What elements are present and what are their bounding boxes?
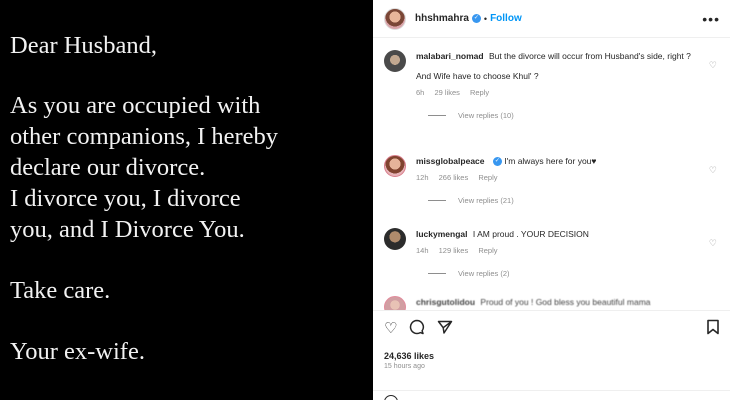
- comment-age: 14h: [416, 246, 429, 255]
- comment-meta: 14h 129 likes Reply: [416, 245, 696, 257]
- more-options-icon[interactable]: •••: [702, 11, 720, 27]
- comment-age: 6h: [416, 88, 425, 97]
- comment-item: malabari_nomad But the divorce will occu…: [384, 50, 719, 120]
- post-side-panel: hhshmahra ✓ • Follow ••• malabari_nomad …: [373, 0, 730, 400]
- view-replies-label[interactable]: View replies (10): [458, 111, 514, 120]
- post-timestamp: 15 hours ago: [384, 363, 425, 370]
- header-separator: •: [483, 13, 488, 24]
- view-replies-button[interactable]: View replies (10): [428, 111, 719, 120]
- letter-greeting: Dear Husband,: [10, 32, 157, 59]
- author-avatar[interactable]: [384, 7, 406, 30]
- add-comment-bar[interactable]: [373, 390, 730, 400]
- comment-text: I'm always here for you♥: [504, 156, 597, 166]
- comment-username[interactable]: malabari_nomad: [416, 51, 484, 61]
- comment-text: Proud of you ! God bless you beautiful m…: [480, 297, 651, 307]
- comment-body: luckymengal I AM proud . YOUR DECISION 1…: [416, 228, 696, 257]
- verified-badge-icon: ✓: [492, 157, 502, 167]
- comment-body: missglobalpeace ✓ I'm always here for yo…: [416, 155, 696, 184]
- heart-icon[interactable]: ♡: [384, 321, 397, 336]
- comment-like-heart-icon[interactable]: ♡: [709, 60, 717, 71]
- view-replies-button[interactable]: View replies (21): [428, 196, 719, 205]
- comment-text-line2: And Wife have to choose Khul' ?: [416, 71, 539, 81]
- replies-divider: [428, 115, 446, 116]
- comment-age: 12h: [416, 173, 429, 182]
- comment-text: But the divorce will occur from Husband'…: [488, 51, 691, 61]
- bookmark-icon[interactable]: [706, 319, 720, 338]
- reply-button[interactable]: Reply: [478, 173, 497, 182]
- comment-body: chrisgutolidou Proud of you ! God bless …: [416, 296, 696, 308]
- comment-body: malabari_nomad But the divorce will occu…: [416, 50, 696, 99]
- commenter-avatar[interactable]: [384, 50, 406, 72]
- reply-button[interactable]: Reply: [478, 246, 497, 255]
- view-replies-label[interactable]: View replies (2): [458, 269, 510, 278]
- post-image: Dear Husband, As you are occupied with o…: [0, 0, 371, 400]
- commenter-avatar[interactable]: [384, 228, 406, 250]
- verified-badge-icon: ✓: [471, 14, 481, 23]
- emoji-icon[interactable]: [384, 395, 398, 400]
- follow-button[interactable]: Follow: [490, 13, 522, 24]
- author-username[interactable]: hhshmahra: [415, 13, 469, 24]
- comment-username[interactable]: luckymengal: [416, 229, 468, 239]
- comment-likes[interactable]: 266 likes: [439, 173, 469, 182]
- post-header: hhshmahra ✓ • Follow •••: [373, 0, 730, 38]
- share-icon[interactable]: [437, 319, 453, 338]
- comment-item: missglobalpeace ✓ I'm always here for yo…: [384, 155, 719, 205]
- reply-button[interactable]: Reply: [470, 88, 489, 97]
- comment-like-heart-icon[interactable]: ♡: [709, 165, 717, 176]
- comment-item: luckymengal I AM proud . YOUR DECISION 1…: [384, 228, 719, 278]
- action-icons-row: ♡: [384, 311, 720, 345]
- commenter-avatar[interactable]: [384, 155, 406, 177]
- comment-item: chrisgutolidou Proud of you ! God bless …: [384, 296, 719, 318]
- comment-like-heart-icon[interactable]: ♡: [709, 238, 717, 249]
- view-replies-button[interactable]: View replies (2): [428, 269, 719, 278]
- comment-icon[interactable]: [409, 319, 425, 338]
- letter-body: As you are occupied with other companion…: [10, 92, 279, 243]
- view-replies-label[interactable]: View replies (21): [458, 196, 514, 205]
- likes-count[interactable]: 24,636 likes: [384, 351, 720, 361]
- comment-meta: 6h 29 likes Reply: [416, 87, 696, 99]
- post-actions: ♡ 24,636 likes 15 hours ago: [373, 310, 730, 400]
- comment-meta: 12h 266 likes Reply: [416, 172, 696, 184]
- comment-text: I AM proud . YOUR DECISION: [472, 229, 589, 239]
- comments-list[interactable]: malabari_nomad But the divorce will occu…: [373, 38, 730, 318]
- comment-likes[interactable]: 129 likes: [439, 246, 469, 255]
- replies-divider: [428, 200, 446, 201]
- letter-signoff: Take care.: [10, 277, 111, 304]
- comment-likes[interactable]: 29 likes: [434, 88, 459, 97]
- comment-username[interactable]: missglobalpeace: [416, 156, 485, 166]
- replies-divider: [428, 273, 446, 274]
- letter-closing: Your ex-wife.: [10, 338, 145, 365]
- comment-username[interactable]: chrisgutolidou: [416, 297, 475, 307]
